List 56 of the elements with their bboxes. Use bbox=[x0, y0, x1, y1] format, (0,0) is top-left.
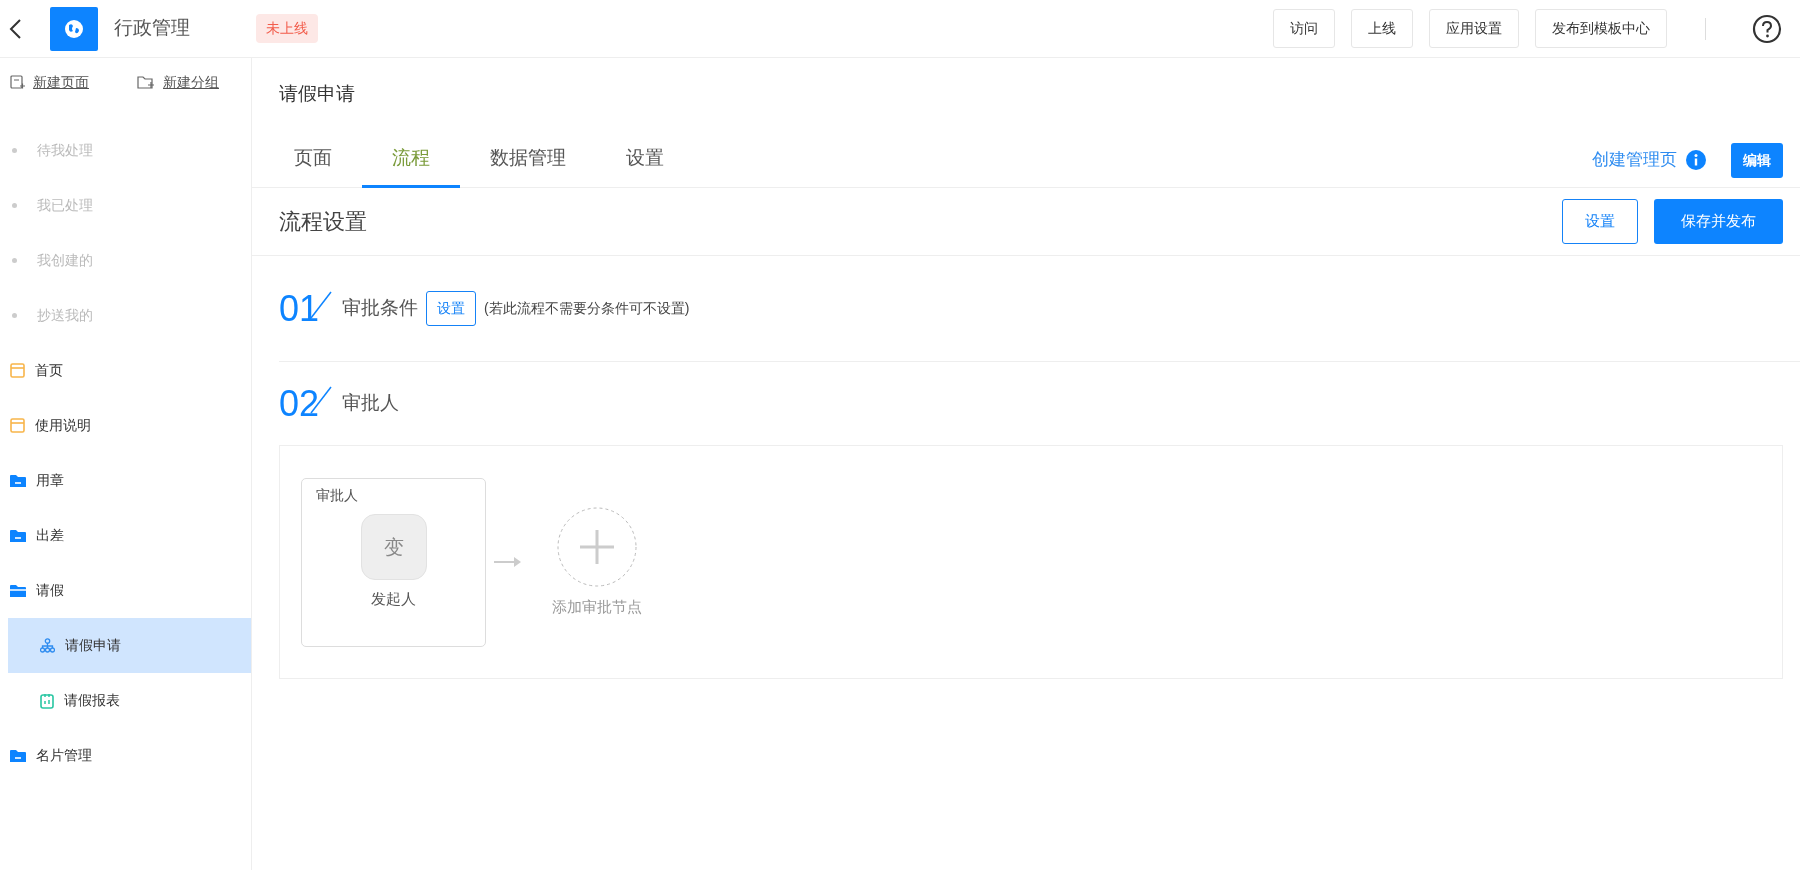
help-icon[interactable] bbox=[1752, 13, 1782, 44]
add-node-icon[interactable] bbox=[556, 505, 638, 588]
bullet-dot-icon bbox=[12, 258, 17, 263]
folder-icon bbox=[10, 748, 26, 763]
sidebar-item[interactable]: 首页 bbox=[0, 343, 251, 398]
tab[interactable]: 数据管理 bbox=[460, 132, 596, 188]
step-number: 01 bbox=[279, 281, 334, 336]
approver-node[interactable]: 审批人 变 发起人 bbox=[301, 477, 486, 647]
bullet-dot-icon bbox=[12, 203, 17, 208]
sidebar-item[interactable]: 使用说明 bbox=[0, 398, 251, 453]
folder-icon bbox=[10, 528, 26, 543]
bullet-dot-icon bbox=[12, 313, 17, 318]
sidebar-item[interactable]: 请假报表 bbox=[8, 673, 251, 728]
tab[interactable]: 页面 bbox=[264, 132, 362, 188]
sidebar-item[interactable]: 出差 bbox=[0, 508, 251, 563]
chart-icon bbox=[40, 692, 54, 709]
sidebar-item[interactable]: 用章 bbox=[0, 453, 251, 508]
new-page-icon bbox=[10, 75, 25, 90]
avatar: 变 bbox=[360, 513, 427, 580]
sidebar-item[interactable]: 请假申请 bbox=[8, 618, 251, 673]
step-title: 审批人 bbox=[342, 391, 399, 416]
add-node-label: 添加审批节点 bbox=[552, 596, 642, 617]
hierarchy-icon bbox=[40, 638, 55, 653]
header-button[interactable]: 上线 bbox=[1351, 9, 1413, 48]
sidebar-item[interactable]: 请假 bbox=[0, 563, 251, 618]
header-button[interactable]: 应用设置 bbox=[1429, 9, 1519, 48]
settings-button[interactable]: 设置 bbox=[1562, 199, 1638, 244]
node-name: 发起人 bbox=[371, 588, 416, 609]
open-folder-icon bbox=[10, 583, 26, 598]
condition-settings-button[interactable]: 设置 bbox=[426, 291, 476, 326]
section-title: 流程设置 bbox=[279, 208, 367, 236]
bullet-dot-icon bbox=[12, 148, 17, 153]
step-title: 审批条件 bbox=[342, 296, 418, 321]
edit-button[interactable]: 编辑 bbox=[1731, 142, 1783, 178]
globe-icon bbox=[64, 18, 84, 39]
page-icon bbox=[10, 418, 25, 433]
step-number: 02 bbox=[279, 376, 334, 431]
page-icon bbox=[10, 363, 25, 378]
back-icon[interactable] bbox=[8, 17, 22, 40]
sidebar-action[interactable]: 新建页面 bbox=[10, 72, 89, 93]
status-badge: 未上线 bbox=[256, 14, 318, 43]
arrow-icon bbox=[494, 555, 522, 569]
header-button[interactable]: 访问 bbox=[1273, 9, 1335, 48]
header-button[interactable]: 发布到模板中心 bbox=[1535, 9, 1667, 48]
app-title: 行政管理 bbox=[114, 16, 190, 41]
save-publish-button[interactable]: 保存并发布 bbox=[1654, 199, 1783, 244]
page-title: 请假申请 bbox=[278, 82, 356, 106]
create-page-link[interactable]: 创建管理页 bbox=[1592, 147, 1677, 173]
folder-icon bbox=[10, 473, 26, 488]
node-title: 审批人 bbox=[316, 485, 358, 505]
sidebar-item[interactable]: 名片管理 bbox=[0, 728, 251, 783]
sidebar-action[interactable]: 新建分组 bbox=[137, 72, 219, 93]
info-icon[interactable] bbox=[1685, 149, 1707, 171]
step-note: (若此流程不需要分条件可不设置) bbox=[484, 299, 690, 318]
tab[interactable]: 设置 bbox=[596, 132, 694, 188]
new-folder-icon bbox=[137, 75, 155, 90]
